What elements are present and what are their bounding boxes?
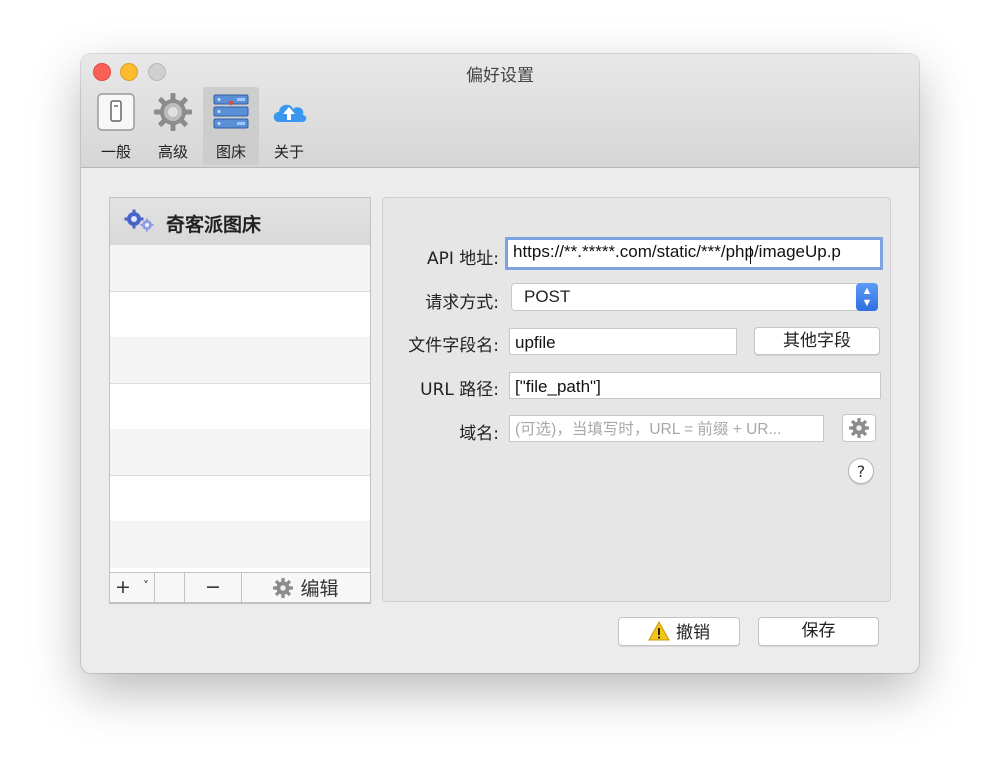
toolbar-label-general: 一般: [100, 143, 131, 161]
switch-icon: [97, 93, 135, 131]
list-item[interactable]: [110, 245, 370, 292]
gear-icon: [273, 578, 294, 598]
domain-label: 域名:: [459, 424, 499, 444]
list-item[interactable]: [110, 475, 370, 522]
list-item[interactable]: [110, 337, 370, 384]
file-field-input[interactable]: upfile: [509, 328, 737, 355]
toolbar-label-advanced: 高级: [157, 143, 188, 161]
image-host-list: 奇客派图床: [109, 197, 371, 604]
url-path-input[interactable]: ["file_path"]: [509, 372, 881, 399]
cancel-label: 撤销: [676, 623, 710, 643]
api-url-label: API 地址:: [426, 249, 499, 269]
toolbar-item-general[interactable]: 一般: [88, 87, 144, 165]
url-path-label: URL 路径:: [420, 380, 499, 400]
list-item[interactable]: [110, 521, 370, 568]
toolbar-label-image-host: 图床: [215, 143, 246, 161]
plus-icon: +: [115, 576, 131, 598]
add-menu-spacer: [154, 573, 176, 602]
server-icon: [213, 94, 249, 129]
list-item[interactable]: [110, 291, 370, 338]
chevron-down-icon[interactable]: ˅: [143, 579, 149, 593]
toolbar-item-image-host[interactable]: 图床: [203, 87, 259, 165]
api-url-input[interactable]: https://**.*****.com/static/***/php/imag…: [505, 237, 883, 270]
edit-label: 编辑: [300, 578, 339, 600]
cloud-upload-icon: [273, 104, 307, 122]
warning-icon: [648, 620, 670, 641]
image-host-name: 奇客派图床: [166, 214, 262, 236]
other-fields-button[interactable]: 其他字段: [754, 327, 880, 355]
domain-input[interactable]: (可选)，当填写时，URL = 前缀 + UR...: [509, 415, 824, 442]
add-button[interactable]: + ˅: [110, 573, 155, 602]
remove-button[interactable]: −: [184, 573, 242, 602]
edit-button[interactable]: 编辑: [241, 573, 370, 602]
list-item[interactable]: [110, 429, 370, 476]
toolbar-item-advanced[interactable]: 高级: [145, 87, 201, 165]
list-item[interactable]: [110, 383, 370, 430]
window-title: 偏好设置: [466, 66, 534, 86]
save-button[interactable]: 保存: [758, 617, 879, 646]
gear-icon: [849, 418, 869, 438]
request-method-label: 请求方式:: [425, 293, 499, 313]
list-footer-toolbar: + ˅ − 编辑: [109, 572, 371, 603]
file-field-label: 文件字段名:: [408, 336, 499, 356]
toolbar-label-about: 关于: [273, 143, 304, 161]
text-cursor: [750, 246, 751, 264]
request-method-value: POST: [524, 287, 571, 306]
image-host-list-header[interactable]: 奇客派图床: [110, 198, 370, 246]
domain-settings-button[interactable]: [842, 414, 876, 442]
help-button[interactable]: ?: [848, 458, 874, 484]
request-method-select[interactable]: POST ▲ ▼: [511, 283, 878, 311]
settings-panel: API 地址: https://**.*****.com/static/***/…: [382, 197, 891, 602]
gears-icon: [124, 209, 154, 232]
gear-icon: [154, 93, 192, 131]
select-arrows-icon: ▲ ▼: [856, 283, 878, 311]
minus-icon: −: [205, 576, 221, 598]
cancel-button[interactable]: 撤销: [618, 617, 740, 646]
preferences-window: 偏好设置 一般 高级 图床 关于 奇客派图床 + ˅ − 编辑 API 地址: …: [81, 54, 919, 673]
title-bar: 偏好设置 一般 高级 图床 关于: [81, 54, 919, 168]
toolbar-item-about[interactable]: 关于: [261, 87, 317, 165]
